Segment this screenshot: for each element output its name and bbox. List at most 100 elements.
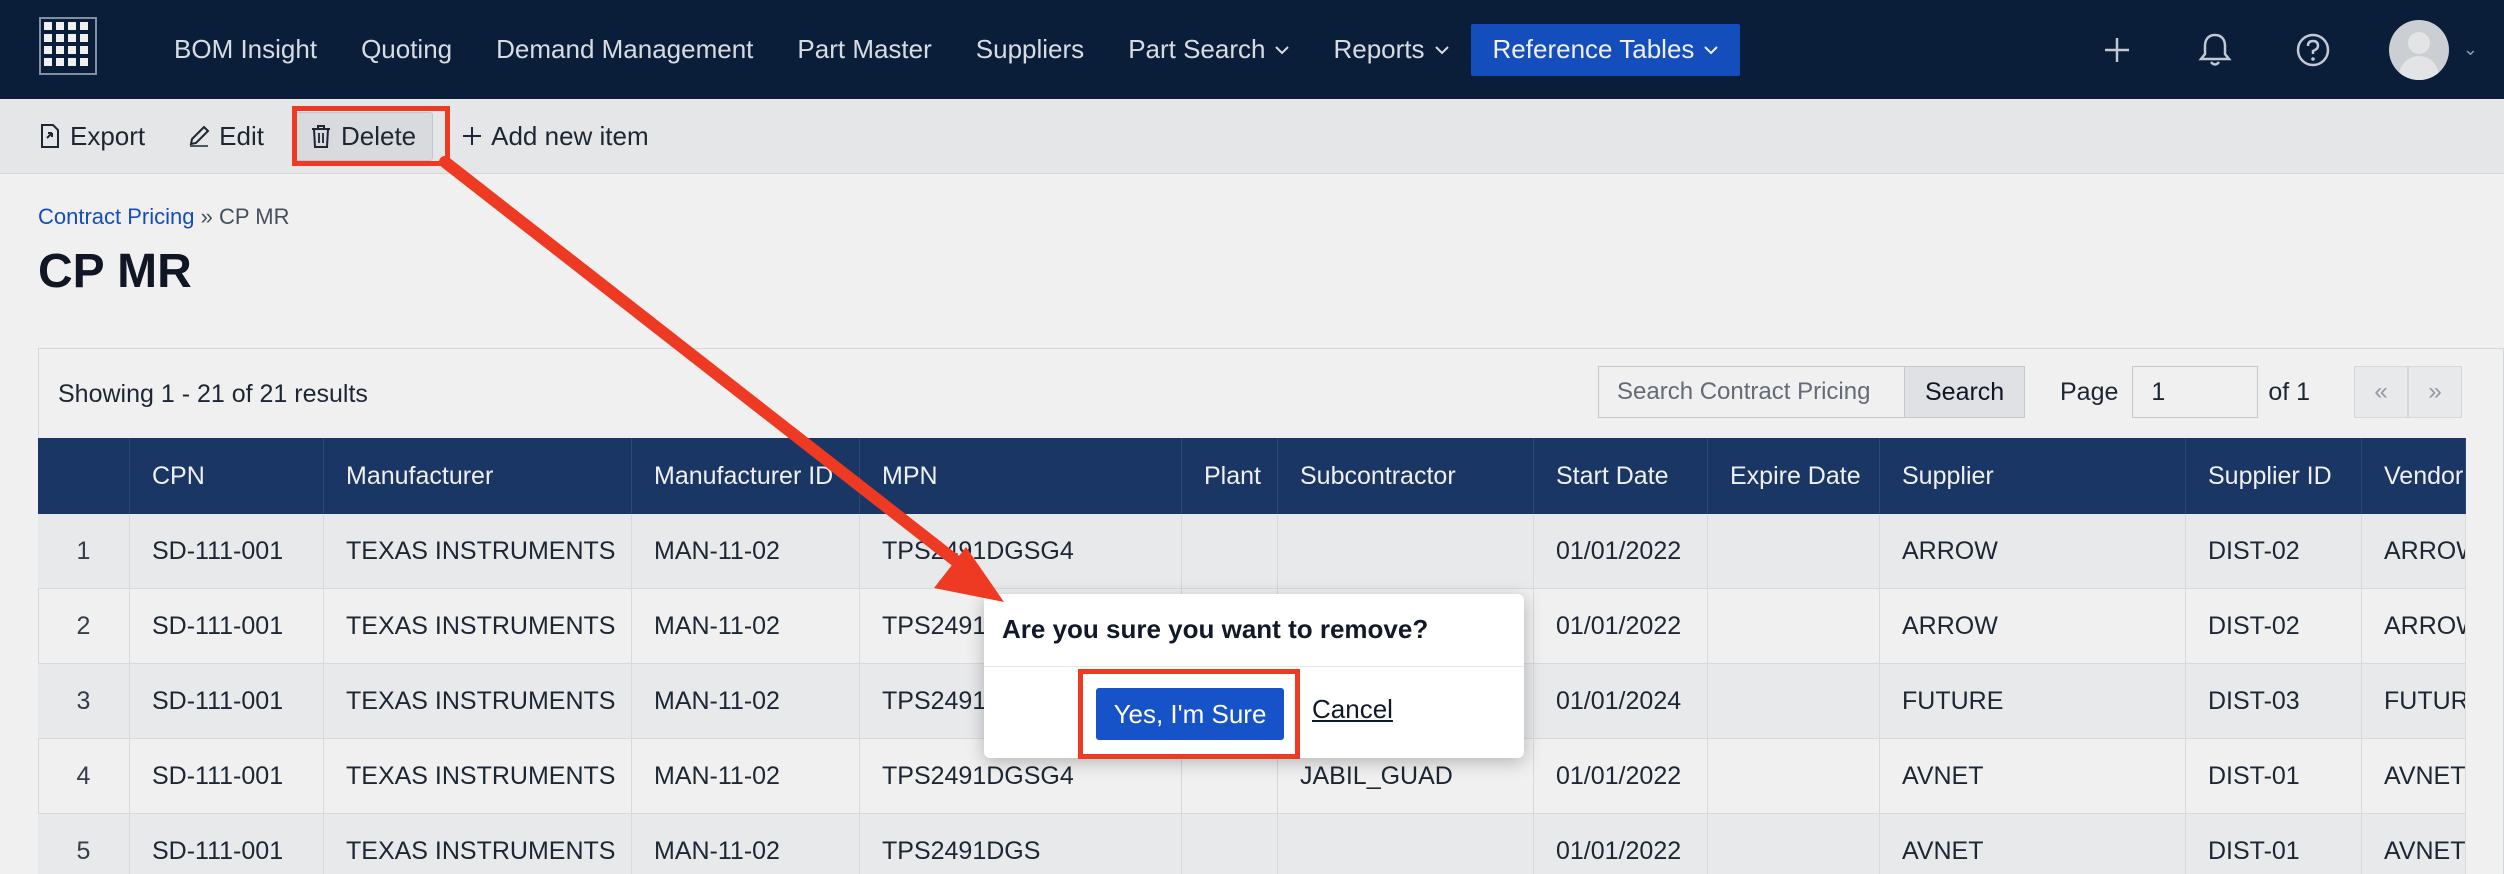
edit-button[interactable]: Edit (187, 121, 264, 152)
breadcrumb-current: CP MR (219, 204, 290, 229)
chevron-down-icon (1275, 39, 1290, 60)
nav-item-part-master[interactable]: Part Master (775, 24, 953, 76)
column-header[interactable]: Vendor (2362, 438, 2466, 514)
column-header[interactable] (38, 438, 130, 514)
table-cell: SD-111-001 (130, 814, 324, 874)
nav-item-reports[interactable]: Reports (1311, 24, 1470, 76)
table-cell: AVNET (1880, 814, 2186, 874)
table-cell (1182, 514, 1278, 588)
row-number: 4 (38, 739, 130, 813)
export-label: Export (70, 120, 146, 151)
table-header: CPN Manufacturer Manufacturer ID MPN Plant Su… (38, 438, 2466, 514)
breadcrumb-separator: » (200, 204, 213, 229)
table-cell: DIST-02 (2186, 589, 2362, 663)
column-header[interactable]: Supplier (1880, 438, 2186, 514)
column-header[interactable]: Plant (1182, 438, 1278, 514)
plus-icon[interactable] (2095, 28, 2139, 72)
table-cell: SD-111-001 (130, 664, 324, 738)
nav-item-label: Demand Management (496, 34, 754, 64)
add-new-item-button[interactable]: Add new item (461, 121, 649, 152)
table-cell: ARROW (1880, 514, 2186, 588)
column-header[interactable]: CPN (130, 438, 324, 514)
table-cell: DIST-01 (2186, 814, 2362, 874)
table-cell (1182, 814, 1278, 874)
table-cell: AVNET (1880, 739, 2186, 813)
table-cell (1278, 814, 1534, 874)
cancel-link[interactable]: Cancel (1312, 694, 1393, 725)
help-icon[interactable] (2291, 28, 2335, 72)
nav-item-label: Part Search (1128, 34, 1266, 64)
table-cell: 01/01/2022 (1534, 814, 1708, 874)
table-cell: 01/01/2024 (1534, 664, 1708, 738)
row-number: 5 (38, 814, 130, 874)
table-cell: MAN-11-02 (632, 664, 860, 738)
edit-label: Edit (219, 120, 264, 151)
column-header[interactable]: Start Date (1534, 438, 1708, 514)
nav-item-label: Reports (1333, 34, 1425, 64)
prev-page-button[interactable]: « (2354, 366, 2409, 418)
nav-item-quoting[interactable]: Quoting (339, 24, 474, 76)
nav-item-part-search[interactable]: Part Search (1106, 24, 1311, 76)
table-cell: DIST-03 (2186, 664, 2362, 738)
column-header[interactable]: Manufacturer ID (632, 438, 860, 514)
chevron-down-icon (1434, 39, 1449, 60)
table-cell (1708, 664, 1880, 738)
nav-item-label: Reference Tables (1492, 34, 1695, 64)
column-header[interactable]: MPN (860, 438, 1182, 514)
chevron-down-icon[interactable]: ⌄ (2463, 39, 2478, 60)
table-cell: TEXAS INSTRUMENTS (324, 739, 632, 813)
table-cell: TEXAS INSTRUMENTS (324, 589, 632, 663)
column-header[interactable]: Supplier ID (2186, 438, 2362, 514)
nav-menu: BOM Insight Quoting Demand Management Part … (152, 0, 1741, 99)
column-header[interactable]: Manufacturer (324, 438, 632, 514)
annotation-highlight-confirm (1078, 669, 1300, 759)
nav-item-reference-tables[interactable]: Reference Tables (1470, 23, 1741, 76)
search-bar: Search Contract Pricing Search (1598, 366, 2026, 418)
table-cell (1708, 589, 1880, 663)
annotation-highlight-delete (292, 106, 450, 166)
grid-logo-icon[interactable] (38, 16, 98, 76)
export-icon (38, 123, 62, 149)
nav-item-demand-management[interactable]: Demand Management (474, 24, 775, 76)
table-cell: MAN-11-02 (632, 739, 860, 813)
table-row[interactable]: 1 SD-111-001 TEXAS INSTRUMENTS MAN-11-02 TPS… (38, 514, 2466, 589)
avatar[interactable] (2388, 19, 2449, 80)
table-cell: 01/01/2022 (1534, 739, 1708, 813)
table-cell: ARROW (1880, 589, 2186, 663)
table-cell: ARROW (2362, 589, 2466, 663)
nav-item-label: BOM Insight (174, 34, 318, 64)
next-page-button[interactable]: » (2408, 366, 2463, 418)
table-cell: 01/01/2022 (1534, 514, 1708, 588)
nav-item-suppliers[interactable]: Suppliers (954, 24, 1106, 76)
table-cell: AVNET (2362, 739, 2466, 813)
page-label: Page (2060, 377, 2119, 406)
table-cell: SD-111-001 (130, 514, 324, 588)
search-button[interactable]: Search (1904, 366, 2026, 418)
top-nav: BOM Insight Quoting Demand Management Part … (0, 0, 2504, 99)
plus-icon (461, 125, 483, 147)
table-cell: DIST-01 (2186, 739, 2362, 813)
row-number: 2 (38, 589, 130, 663)
nav-item-bom-insight[interactable]: BOM Insight (152, 24, 339, 76)
bell-icon[interactable] (2193, 28, 2237, 72)
column-header[interactable]: Subcontractor (1278, 438, 1534, 514)
table-cell: SD-111-001 (130, 589, 324, 663)
export-button[interactable]: Export (38, 121, 145, 152)
table-row[interactable]: 5 SD-111-001 TEXAS INSTRUMENTS MAN-11-02 TPS… (38, 814, 2466, 874)
row-number: 3 (38, 664, 130, 738)
column-header[interactable]: Expire Date (1708, 438, 1880, 514)
results-summary: Showing 1 - 21 of 21 results (58, 380, 368, 408)
table-cell (1708, 514, 1880, 588)
add-new-item-label: Add new item (491, 120, 649, 151)
breadcrumb-link-contract-pricing[interactable]: Contract Pricing (38, 204, 195, 229)
table-cell: MAN-11-02 (632, 814, 860, 874)
search-input[interactable]: Search Contract Pricing (1598, 366, 1904, 418)
dialog-divider (984, 666, 1524, 667)
page-total: of 1 (2268, 377, 2311, 406)
table-cell: TEXAS INSTRUMENTS (324, 664, 632, 738)
table-cell: SD-111-001 (130, 739, 324, 813)
nav-item-label: Part Master (797, 34, 932, 64)
table-cell: AVNET (2362, 814, 2466, 874)
row-number: 1 (38, 514, 130, 588)
page-number-input[interactable]: 1 (2132, 366, 2259, 418)
